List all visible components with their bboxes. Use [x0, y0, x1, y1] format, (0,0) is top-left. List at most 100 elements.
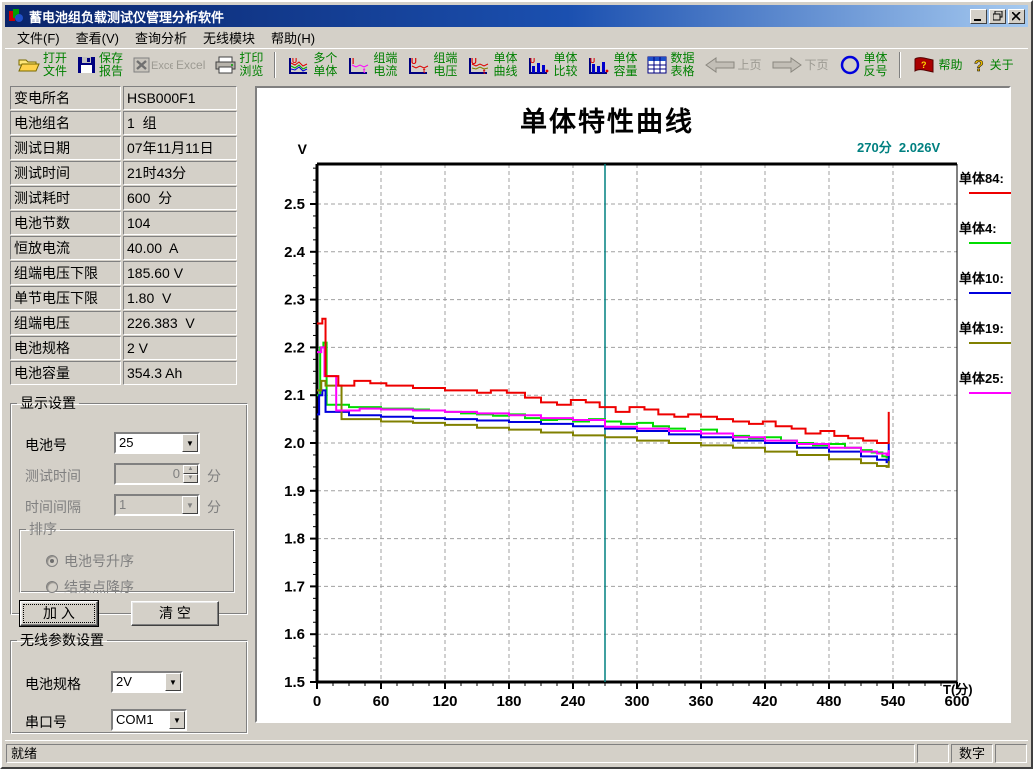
- info-value: 1 组: [123, 111, 237, 135]
- wireless-settings-title: 无线参数设置: [17, 630, 107, 650]
- info-value: 2 V: [123, 336, 237, 360]
- menu-item-1[interactable]: 查看(V): [68, 26, 127, 49]
- y-tick-label: 1.9: [284, 483, 305, 500]
- pack-voltage-button[interactable]: Ut组端 电压: [402, 50, 462, 80]
- x-tick-label: 120: [432, 693, 457, 710]
- table-row: 变电所名HSB000F1: [10, 86, 240, 110]
- info-label: 测试耗时: [10, 186, 121, 210]
- y-tick-label: 1.7: [284, 578, 305, 595]
- spinner-arrows-icon: ▲▼: [183, 465, 198, 483]
- com-port-select[interactable]: COM1 ▼: [111, 709, 187, 731]
- pack-current-label: 组端 电流: [373, 52, 397, 78]
- prev-page-button: 上页: [700, 50, 767, 80]
- info-label: 测试时间: [10, 161, 121, 185]
- x-axis-unit: T(分): [943, 682, 973, 697]
- info-label: 电池组名: [10, 111, 121, 135]
- chevron-down-icon: ▼: [182, 496, 198, 514]
- interval-unit: 分: [207, 497, 221, 517]
- print-preview-label: 打印 浏览: [239, 52, 263, 78]
- info-label: 恒放电流: [10, 236, 121, 260]
- cell-curve-label: 单体 曲线: [493, 52, 517, 78]
- bar-compare-icon: U: [527, 56, 550, 75]
- svg-text:U: U: [590, 58, 595, 65]
- sort-desc-radio: 结束点降序: [46, 577, 134, 597]
- circle-icon: [839, 55, 861, 75]
- legend-label: 单体4:: [959, 218, 997, 237]
- battery-spec-label: 电池规格: [25, 674, 81, 694]
- info-label: 单节电压下限: [10, 286, 121, 310]
- client-area: 变电所名HSB000F1电池组名1 组测试日期07年11月11日测试时间21时4…: [5, 81, 1028, 740]
- close-button[interactable]: [1008, 9, 1025, 24]
- menu-item-4[interactable]: 帮助(H): [263, 26, 323, 49]
- save-report-label: 保存 报告: [99, 52, 123, 78]
- data-table-button[interactable]: 数据 表格: [642, 50, 699, 80]
- toolbar-separator: [899, 52, 901, 78]
- legend-label: 单体25:: [959, 368, 1004, 387]
- title-bar[interactable]: 蓄电池组负载测试仪管理分析软件: [5, 5, 1028, 27]
- info-value: 354.3 Ah: [123, 361, 237, 385]
- cell-invert-button[interactable]: 单体 反号: [834, 50, 893, 80]
- status-cell-empty: [917, 744, 949, 763]
- cell-capacity-button[interactable]: U单体 容量: [582, 50, 642, 80]
- table-row: 电池容量354.3 Ah: [10, 361, 240, 385]
- pack-current-button[interactable]: It组端 电流: [342, 50, 402, 80]
- y-axis-unit: V: [298, 141, 308, 157]
- table-row: 组端电压226.383 V: [10, 311, 240, 335]
- arrow-left-icon: [705, 57, 735, 73]
- chart-plot-area[interactable]: 1.51.61.71.81.92.02.12.22.32.42.50601201…: [257, 88, 1009, 721]
- pack-voltage-label: 组端 电压: [433, 52, 457, 78]
- multi-cell-button[interactable]: U多个 单体: [282, 50, 342, 80]
- status-text: 就绪: [6, 744, 915, 763]
- menu-item-3[interactable]: 无线模块: [195, 26, 263, 49]
- info-value: 185.60 V: [123, 261, 237, 285]
- svg-text:U: U: [411, 57, 417, 66]
- minimize-button[interactable]: [970, 9, 987, 24]
- y-tick-label: 1.8: [284, 531, 305, 548]
- chevron-down-icon[interactable]: ▼: [169, 711, 185, 729]
- x-tick-label: 300: [624, 693, 649, 710]
- about-label: 关于: [990, 59, 1014, 72]
- cell-invert-label: 单体 反号: [864, 52, 888, 78]
- info-label: 电池规格: [10, 336, 121, 360]
- battery-no-select[interactable]: 25 ▼: [114, 432, 200, 454]
- info-value: 1.80 V: [123, 286, 237, 310]
- help-book-icon: ?: [912, 56, 936, 75]
- table-row: 单节电压下限1.80 V: [10, 286, 240, 310]
- interval-value: 1: [116, 496, 182, 514]
- prev-page-label: 上页: [738, 59, 762, 72]
- menu-item-0[interactable]: 文件(F): [9, 26, 68, 49]
- chart-multi-icon: U: [287, 56, 310, 75]
- add-button[interactable]: 加 入: [20, 601, 98, 626]
- battery-spec-select[interactable]: 2V ▼: [111, 671, 183, 693]
- chevron-down-icon[interactable]: ▼: [165, 673, 181, 691]
- help-button[interactable]: ?帮助: [907, 50, 968, 80]
- clear-button[interactable]: 清 空: [131, 601, 219, 626]
- info-value: 40.00 A: [123, 236, 237, 260]
- svg-text:U: U: [530, 58, 535, 65]
- print-preview-button[interactable]: 打印 浏览: [210, 50, 268, 80]
- help-label: 帮助: [939, 59, 963, 72]
- legend-label: 单体10:: [959, 268, 1004, 287]
- about-button[interactable]: ?关于: [968, 50, 1019, 80]
- save-report-button[interactable]: 保存 报告: [72, 50, 128, 80]
- window-title: 蓄电池组负载测试仪管理分析软件: [29, 7, 968, 26]
- open-folder-icon: [18, 56, 40, 74]
- series-单体19: [317, 381, 889, 467]
- next-page-button: 下页: [767, 50, 834, 80]
- cell-compare-button[interactable]: U单体 比较: [522, 50, 582, 80]
- open-file-button[interactable]: 打开 文件: [13, 50, 72, 80]
- legend-label: 单体19:: [959, 318, 1004, 337]
- info-value: HSB000F1: [123, 86, 237, 110]
- svg-text:Excel: Excel: [151, 60, 173, 72]
- radio-icon: [46, 581, 58, 593]
- chevron-down-icon[interactable]: ▼: [182, 434, 198, 452]
- menu-item-2[interactable]: 查询分析: [127, 26, 195, 49]
- restore-button[interactable]: [989, 9, 1006, 24]
- app-window: 蓄电池组负载测试仪管理分析软件 文件(F)查看(V)查询分析无线模块帮助(H) …: [0, 0, 1033, 769]
- sort-asc-radio: 电池号升序: [46, 551, 134, 571]
- status-bar: 就绪 数字: [5, 740, 1028, 764]
- x-tick-label: 420: [752, 693, 777, 710]
- table-row: 测试耗时600 分: [10, 186, 240, 210]
- info-label: 组端电压: [10, 311, 121, 335]
- cell-curve-button[interactable]: Ut单体 曲线: [462, 50, 522, 80]
